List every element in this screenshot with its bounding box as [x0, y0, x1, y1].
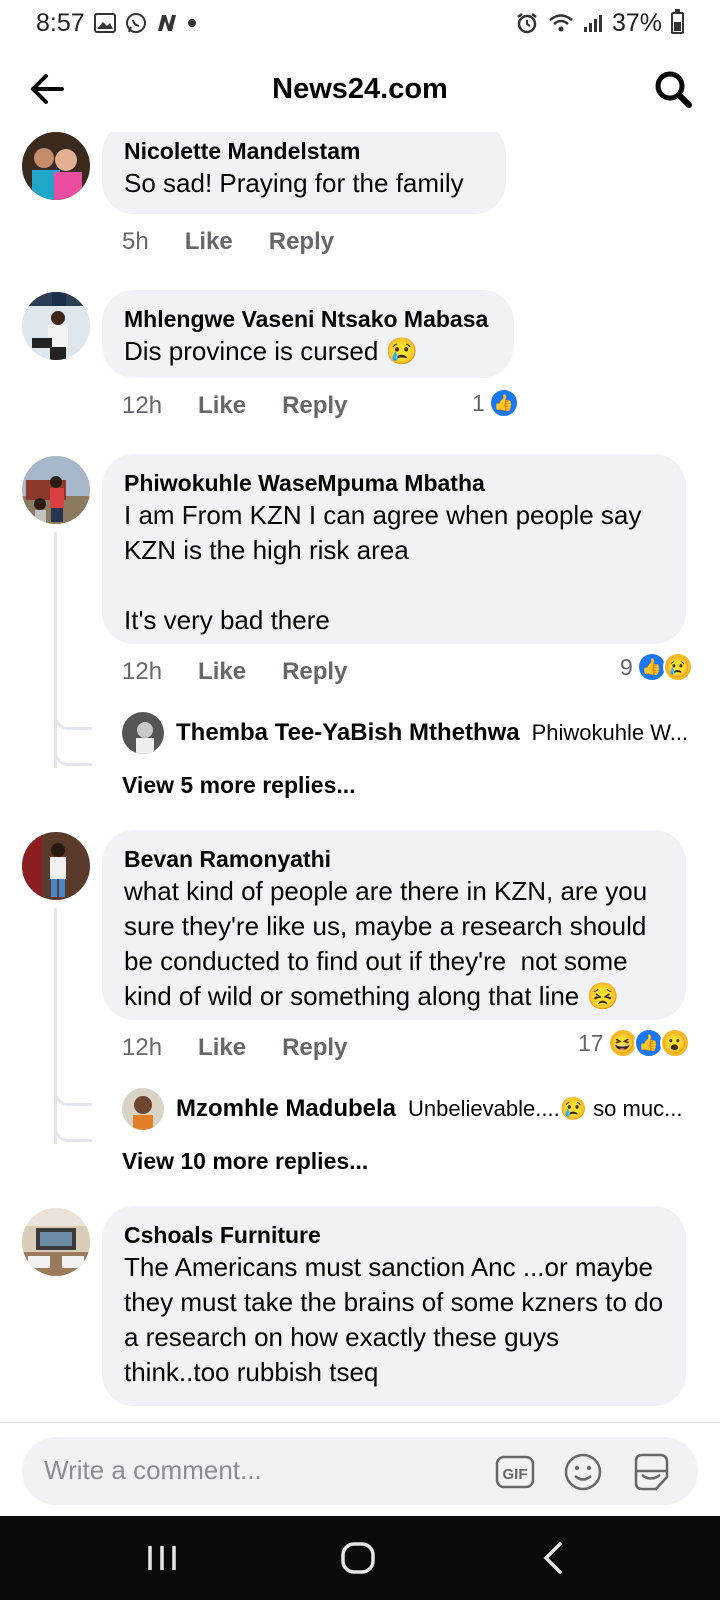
reply-author[interactable]: Mzomhle Madubela [176, 1095, 396, 1123]
comment-bubble[interactable]: Nicolette Mandelstam So sad! Praying for… [102, 132, 506, 214]
system-nav-bar [0, 1516, 720, 1600]
comment-bubble[interactable]: Phiwokuhle WaseMpuma Mbatha I am From KZ… [102, 454, 686, 644]
gallery-icon [93, 13, 116, 33]
comment-bubble[interactable]: Cshoals Furniture The Americans must san… [102, 1206, 686, 1406]
reply-preview[interactable]: Themba Tee-YaBish Mthethwa Phiwokuhle W.… [122, 712, 692, 754]
back-icon[interactable] [534, 1538, 574, 1578]
comment-author[interactable]: Bevan Ramonyathi [124, 844, 664, 874]
reaction-count: 9 [620, 653, 633, 680]
comment-author[interactable]: Cshoals Furniture [124, 1220, 664, 1250]
status-bar: 8:57 37% [0, 0, 720, 46]
like-button[interactable]: Like [185, 228, 233, 256]
comment-text: The Americans must sanction Anc ...or ma… [124, 1252, 671, 1387]
reaction-count: 17 [578, 1029, 604, 1056]
reaction-summary[interactable]: 17 😆 👍 😮 [578, 1028, 690, 1058]
app-header: News24.com [0, 46, 720, 132]
comment-actions: 12h Like Reply [122, 658, 347, 686]
reaction-count: 1 [472, 389, 485, 416]
comments-feed[interactable]: Nicolette Mandelstam So sad! Praying for… [0, 132, 720, 1422]
comment-input[interactable]: Write a comment... GIF [22, 1437, 698, 1505]
sticker-icon[interactable] [630, 1451, 672, 1493]
reply-button[interactable]: Reply [282, 392, 347, 420]
wifi-icon [548, 12, 574, 34]
wow-reaction-icon: 😮 [659, 1028, 690, 1058]
reply-avatar[interactable] [122, 712, 164, 754]
reaction-summary[interactable]: 9 👍 😢 [620, 652, 693, 682]
avatar[interactable] [22, 456, 90, 524]
whatsapp-icon [125, 12, 147, 34]
reply-button[interactable]: Reply [282, 1034, 347, 1062]
page-title: News24.com [272, 72, 448, 105]
thread-connector [54, 1106, 92, 1142]
comment-time: 12h [122, 392, 163, 419]
reply-button[interactable]: Reply [269, 228, 334, 256]
comment-actions: 12h Like Reply [122, 1034, 347, 1062]
thread-connector [54, 1070, 92, 1106]
comment-text: what kind of people are there in KZN, ar… [124, 876, 655, 1011]
view-more-replies-link[interactable]: View 10 more replies... [122, 1148, 368, 1175]
sad-reaction-icon: 😢 [662, 652, 693, 682]
avatar[interactable] [22, 1208, 90, 1276]
comment-time: 12h [122, 1034, 163, 1061]
comment-bubble[interactable]: Bevan Ramonyathi what kind of people are… [102, 830, 686, 1020]
like-reaction-icon: 👍 [488, 388, 519, 418]
status-left: 8:57 [36, 9, 197, 38]
comment-composer: Write a comment... GIF [0, 1422, 720, 1516]
battery-percent: 37% [611, 8, 662, 37]
comment-text: Dis province is cursed 😢 [124, 336, 418, 366]
emoji-icon[interactable] [562, 1451, 604, 1493]
thread-connector [54, 730, 92, 766]
avatar[interactable] [22, 132, 90, 200]
like-button[interactable]: Like [198, 392, 246, 420]
like-button[interactable]: Like [198, 1034, 246, 1062]
comment-time: 5h [122, 228, 149, 255]
avatar[interactable] [22, 832, 90, 900]
comment-text: So sad! Praying for the family [124, 168, 464, 198]
reply-text: Unbelievable....😢 so muc... [408, 1096, 683, 1121]
reply-avatar[interactable] [122, 1088, 164, 1130]
back-arrow-icon[interactable] [26, 68, 68, 110]
signal-icon [583, 13, 603, 33]
reply-button[interactable]: Reply [282, 658, 347, 686]
gif-icon[interactable]: GIF [494, 1451, 536, 1493]
status-time: 8:57 [36, 8, 85, 37]
reaction-summary[interactable]: 1 👍 [472, 388, 519, 418]
comment-time: 12h [122, 658, 163, 685]
home-icon[interactable] [338, 1538, 378, 1578]
comment-text: I am From KZN I can agree when people sa… [124, 500, 642, 635]
search-icon[interactable] [652, 68, 694, 110]
dot-icon [187, 18, 197, 28]
reply-preview[interactable]: Mzomhle Madubela Unbelievable....😢 so mu… [122, 1088, 692, 1130]
battery-icon [671, 9, 684, 34]
status-right: 37% [515, 9, 684, 38]
alarm-icon [515, 11, 539, 35]
comment-actions: 12h Like Reply [122, 392, 347, 420]
comment-author[interactable]: Nicolette Mandelstam [124, 136, 484, 166]
comment-author[interactable]: Mhlengwe Vaseni Ntsako Mabasa [124, 304, 492, 334]
thread-connector [54, 694, 92, 730]
comment-actions: 5h Like Reply [122, 228, 334, 256]
reply-author[interactable]: Themba Tee-YaBish Mthethwa [176, 719, 520, 747]
recent-apps-icon[interactable] [142, 1538, 182, 1578]
comment-input-placeholder: Write a comment... [44, 1455, 262, 1485]
comment-bubble[interactable]: Mhlengwe Vaseni Ntsako Mabasa Dis provin… [102, 290, 514, 378]
like-button[interactable]: Like [198, 658, 246, 686]
reply-text: Phiwokuhle W... [531, 720, 689, 745]
comment-author[interactable]: Phiwokuhle WaseMpuma Mbatha [124, 468, 664, 498]
n-app-icon [156, 13, 178, 33]
svg-text:GIF: GIF [503, 1466, 528, 1483]
avatar[interactable] [22, 292, 90, 360]
view-more-replies-link[interactable]: View 5 more replies... [122, 772, 356, 799]
